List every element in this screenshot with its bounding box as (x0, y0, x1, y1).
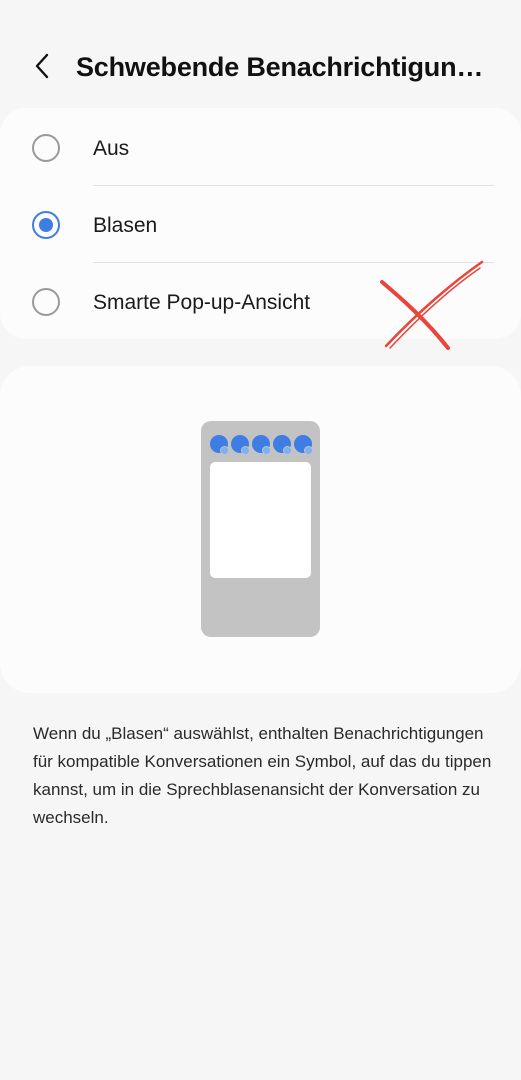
bubble-icon (210, 435, 229, 455)
notification-panel (210, 462, 311, 578)
bubble-icon (252, 435, 271, 455)
chevron-left-icon (35, 53, 49, 79)
option-blasen[interactable]: Blasen (0, 187, 521, 264)
radio-button-selected[interactable] (32, 211, 60, 239)
bubble-row (210, 435, 314, 455)
phone-bubbles-illustration (201, 421, 320, 637)
radio-button[interactable] (32, 288, 60, 316)
options-card: Aus Blasen Smarte Pop-up-Ansicht (0, 108, 521, 339)
preview-card (0, 366, 521, 693)
bubble-icon (273, 435, 292, 455)
option-smarte-popup[interactable]: Smarte Pop-up-Ansicht (0, 264, 521, 341)
divider (93, 262, 494, 263)
bubble-icon (294, 435, 313, 455)
back-button[interactable] (22, 44, 62, 88)
option-label: Smarte Pop-up-Ansicht (93, 291, 311, 314)
app-header: Schwebende Benachrichtigungen (0, 0, 521, 108)
description-text: Wenn du „Blasen“ auswählst, enthalten Be… (33, 724, 492, 827)
page-title: Schwebende Benachrichtigungen (76, 52, 496, 82)
option-label: Blasen (93, 214, 158, 237)
divider (93, 185, 494, 186)
option-aus[interactable]: Aus (0, 110, 521, 187)
bubble-icon (231, 435, 250, 455)
radio-button[interactable] (32, 134, 60, 162)
option-label: Aus (93, 137, 130, 160)
